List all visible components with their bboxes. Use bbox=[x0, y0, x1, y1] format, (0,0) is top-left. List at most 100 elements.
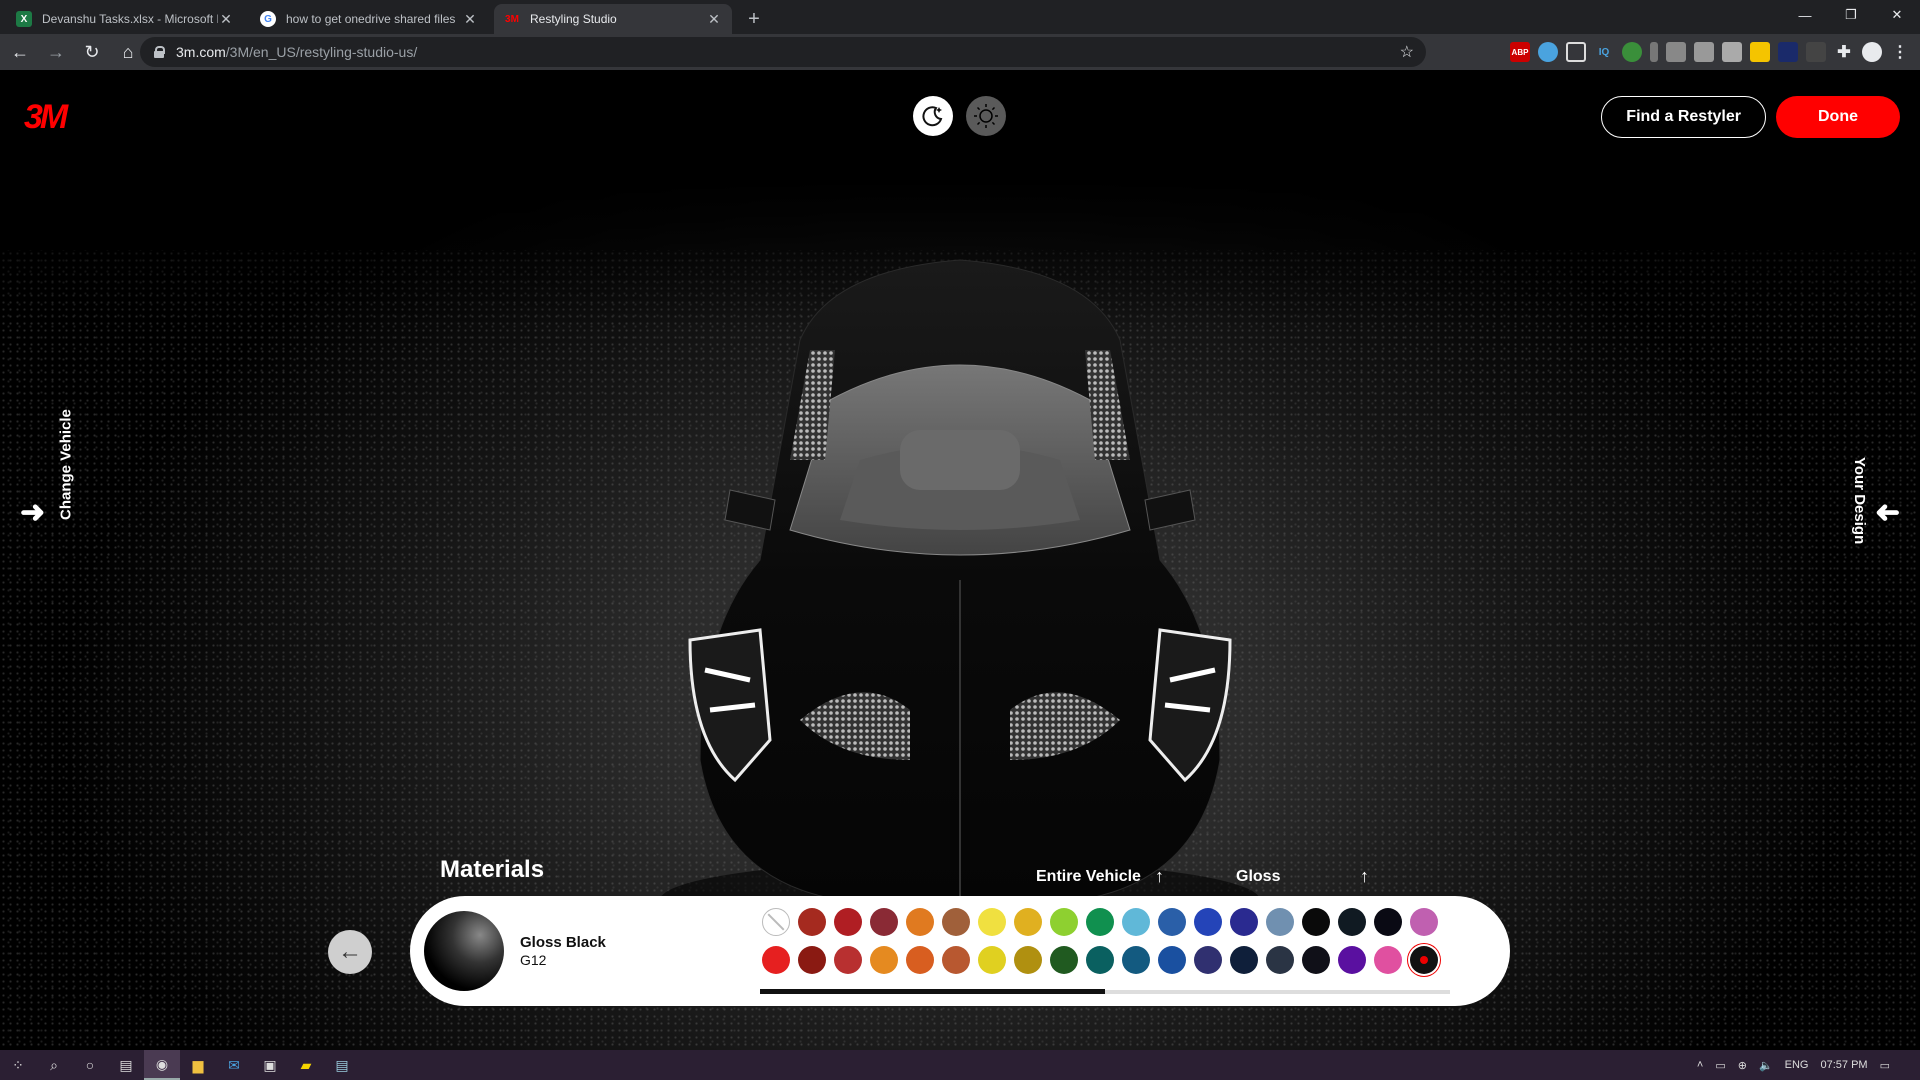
find-restyler-button[interactable]: Find a Restyler bbox=[1601, 96, 1766, 138]
language-indicator[interactable]: ENG bbox=[1785, 1059, 1809, 1071]
profile-avatar[interactable] bbox=[1862, 42, 1882, 62]
store-icon[interactable]: ▣ bbox=[252, 1050, 288, 1080]
color-swatch[interactable] bbox=[1158, 908, 1186, 936]
color-swatch[interactable] bbox=[834, 908, 862, 936]
close-tab-icon[interactable]: ✕ bbox=[462, 11, 478, 28]
adblock-icon[interactable]: ABP bbox=[1510, 42, 1530, 62]
color-swatch[interactable] bbox=[1194, 908, 1222, 936]
network-icon[interactable]: ⊕ bbox=[1738, 1059, 1747, 1072]
address-bar[interactable]: 3m.com/3M/en_US/restyling-studio-us/ ☆ bbox=[140, 37, 1426, 67]
your-design-label: Your Design bbox=[1851, 457, 1868, 545]
finish-filter[interactable]: Gloss ↑ bbox=[1236, 866, 1369, 887]
materials-back-button[interactable]: ← bbox=[328, 930, 372, 974]
close-tab-icon[interactable]: ✕ bbox=[218, 11, 234, 28]
extension-icon[interactable] bbox=[1666, 42, 1686, 62]
color-swatch[interactable] bbox=[798, 908, 826, 936]
your-design-handle[interactable]: ➜ Your Design bbox=[1851, 457, 1900, 544]
close-tab-icon[interactable]: ✕ bbox=[706, 11, 722, 28]
puzzle-icon[interactable]: ✚ bbox=[1834, 42, 1854, 62]
tab-google[interactable]: G how to get onedrive shared files ✕ bbox=[250, 4, 488, 34]
search-icon[interactable]: ⌕ bbox=[36, 1050, 72, 1080]
extension-icon[interactable] bbox=[1622, 42, 1642, 62]
new-tab-button[interactable]: + bbox=[740, 4, 768, 34]
color-swatch[interactable] bbox=[1374, 908, 1402, 936]
color-swatch[interactable] bbox=[978, 908, 1006, 936]
volume-icon[interactable]: 🔈 bbox=[1759, 1059, 1773, 1072]
color-swatch[interactable] bbox=[1302, 946, 1330, 974]
forward-icon[interactable]: → bbox=[40, 36, 72, 68]
back-icon[interactable]: ← bbox=[4, 36, 36, 68]
cortana-icon[interactable]: ○ bbox=[72, 1050, 108, 1080]
file-explorer-icon[interactable]: ▆ bbox=[180, 1050, 216, 1080]
day-mode-button[interactable] bbox=[966, 96, 1006, 136]
swatch-scroll-thumb[interactable] bbox=[760, 989, 1105, 994]
color-swatch[interactable] bbox=[1194, 946, 1222, 974]
close-window-icon[interactable]: ✕ bbox=[1874, 0, 1920, 30]
color-swatch[interactable] bbox=[1122, 908, 1150, 936]
selected-color-swatch[interactable] bbox=[1410, 946, 1438, 974]
night-mode-button[interactable] bbox=[913, 96, 953, 136]
vehicle-3d-view[interactable] bbox=[660, 200, 1260, 960]
extension-icon[interactable] bbox=[1694, 42, 1714, 62]
restore-icon[interactable]: ❐ bbox=[1828, 0, 1874, 30]
battery-icon[interactable]: ▭ bbox=[1715, 1059, 1725, 1072]
color-swatch[interactable] bbox=[1266, 946, 1294, 974]
color-swatch[interactable] bbox=[1338, 908, 1366, 936]
color-swatch[interactable] bbox=[870, 946, 898, 974]
color-swatch[interactable] bbox=[906, 946, 934, 974]
minimize-icon[interactable]: — bbox=[1782, 0, 1828, 30]
extension-icon[interactable] bbox=[1806, 42, 1826, 62]
color-swatch[interactable] bbox=[1014, 908, 1042, 936]
tab-label: how to get onedrive shared files bbox=[286, 12, 456, 26]
color-swatch[interactable] bbox=[942, 908, 970, 936]
mail-icon[interactable]: ✉ bbox=[216, 1050, 252, 1080]
bookmark-star-icon[interactable]: ☆ bbox=[1400, 42, 1414, 62]
color-swatch[interactable] bbox=[1086, 908, 1114, 936]
color-swatch[interactable] bbox=[1122, 946, 1150, 974]
no-color-swatch[interactable] bbox=[762, 908, 790, 936]
iq-icon[interactable]: IQ bbox=[1594, 42, 1614, 62]
chrome-icon[interactable]: ◉ bbox=[144, 1050, 180, 1080]
color-swatch[interactable] bbox=[1230, 946, 1258, 974]
done-button[interactable]: Done bbox=[1776, 96, 1900, 138]
notifications-icon[interactable]: ▭ bbox=[1880, 1059, 1890, 1072]
color-swatch[interactable] bbox=[942, 946, 970, 974]
color-swatch[interactable] bbox=[870, 908, 898, 936]
extension-icon[interactable] bbox=[1722, 42, 1742, 62]
task-view-icon[interactable]: ▤ bbox=[108, 1050, 144, 1080]
extension-icon[interactable] bbox=[1650, 42, 1658, 62]
tab-excel[interactable]: X Devanshu Tasks.xlsx - Microsoft E ✕ bbox=[6, 4, 244, 34]
reload-icon[interactable]: ↻ bbox=[76, 36, 108, 68]
color-swatch[interactable] bbox=[1302, 908, 1330, 936]
menu-dots-icon[interactable]: ⋮ bbox=[1890, 42, 1910, 62]
change-vehicle-handle[interactable]: ➜ Change Vehicle bbox=[20, 410, 75, 530]
color-swatch[interactable] bbox=[1050, 908, 1078, 936]
color-swatch[interactable] bbox=[1374, 946, 1402, 974]
color-swatch[interactable] bbox=[1230, 908, 1258, 936]
color-swatch[interactable] bbox=[834, 946, 862, 974]
extension-icon[interactable] bbox=[1778, 42, 1798, 62]
color-swatch[interactable] bbox=[1266, 908, 1294, 936]
color-swatch[interactable] bbox=[798, 946, 826, 974]
sticky-notes-icon[interactable]: ▰ bbox=[288, 1050, 324, 1080]
color-swatch[interactable] bbox=[906, 908, 934, 936]
extension-icon[interactable] bbox=[1750, 42, 1770, 62]
notepad-icon[interactable]: ▤ bbox=[324, 1050, 360, 1080]
color-swatch[interactable] bbox=[1158, 946, 1186, 974]
scope-filter[interactable]: Entire Vehicle ↑ bbox=[1036, 866, 1164, 887]
tab-restyling-studio[interactable]: 3M Restyling Studio ✕ bbox=[494, 4, 732, 34]
chevron-up-icon[interactable]: ˄ bbox=[1697, 1059, 1703, 1071]
extension-icon[interactable] bbox=[1566, 42, 1586, 62]
3m-logo[interactable]: 3M bbox=[24, 98, 68, 137]
color-swatch[interactable] bbox=[1410, 908, 1438, 936]
color-swatch[interactable] bbox=[1086, 946, 1114, 974]
color-swatch[interactable] bbox=[1014, 946, 1042, 974]
start-icon[interactable]: ⁘ bbox=[0, 1050, 36, 1080]
finish-filter-label: Gloss bbox=[1236, 867, 1281, 885]
color-swatch[interactable] bbox=[978, 946, 1006, 974]
color-swatch[interactable] bbox=[762, 946, 790, 974]
extension-icon[interactable] bbox=[1538, 42, 1558, 62]
color-swatch[interactable] bbox=[1338, 946, 1366, 974]
clock[interactable]: 07:57 PM bbox=[1821, 1059, 1868, 1071]
color-swatch[interactable] bbox=[1050, 946, 1078, 974]
